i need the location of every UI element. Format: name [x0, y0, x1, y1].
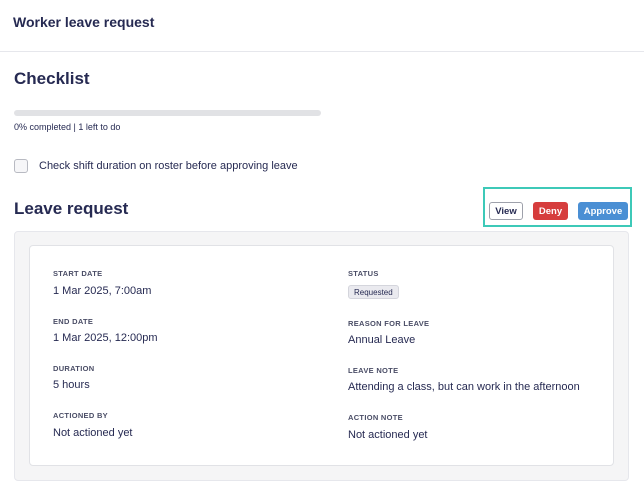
- leave-request-heading: Leave request: [14, 199, 129, 218]
- reason-value: Annual Leave: [348, 334, 416, 346]
- checklist-heading: Checklist: [14, 69, 90, 88]
- approve-button[interactable]: Approve: [578, 202, 628, 220]
- duration-value: 5 hours: [53, 379, 90, 391]
- duration-label: DURATION: [53, 364, 95, 373]
- actioned-by-value: Not actioned yet: [53, 427, 133, 439]
- status-label: STATUS: [348, 269, 379, 278]
- page-title: Worker leave request: [13, 14, 155, 30]
- end-date-value: 1 Mar 2025, 12:00pm: [53, 332, 158, 344]
- view-button[interactable]: View: [489, 202, 523, 220]
- deny-button[interactable]: Deny: [533, 202, 568, 220]
- top-bar: Worker leave request: [0, 0, 644, 52]
- start-date-label: START DATE: [53, 269, 103, 278]
- actioned-by-label: ACTIONED BY: [53, 411, 108, 420]
- leave-note-label: LEAVE NOTE: [348, 366, 399, 375]
- reason-label: REASON FOR LEAVE: [348, 319, 430, 328]
- checklist-item-checkbox[interactable]: [14, 159, 28, 173]
- checklist-progress-text: 0% completed | 1 left to do: [14, 122, 121, 132]
- leave-note-value: Attending a class, but can work in the a…: [348, 381, 580, 393]
- checklist-progress-bar: [14, 110, 321, 116]
- start-date-value: 1 Mar 2025, 7:00am: [53, 285, 152, 297]
- action-note-value: Not actioned yet: [348, 429, 428, 441]
- checklist-item-label: Check shift duration on roster before ap…: [39, 160, 298, 172]
- status-badge: Requested: [348, 285, 399, 299]
- action-note-label: ACTION NOTE: [348, 413, 403, 422]
- end-date-label: END DATE: [53, 317, 94, 326]
